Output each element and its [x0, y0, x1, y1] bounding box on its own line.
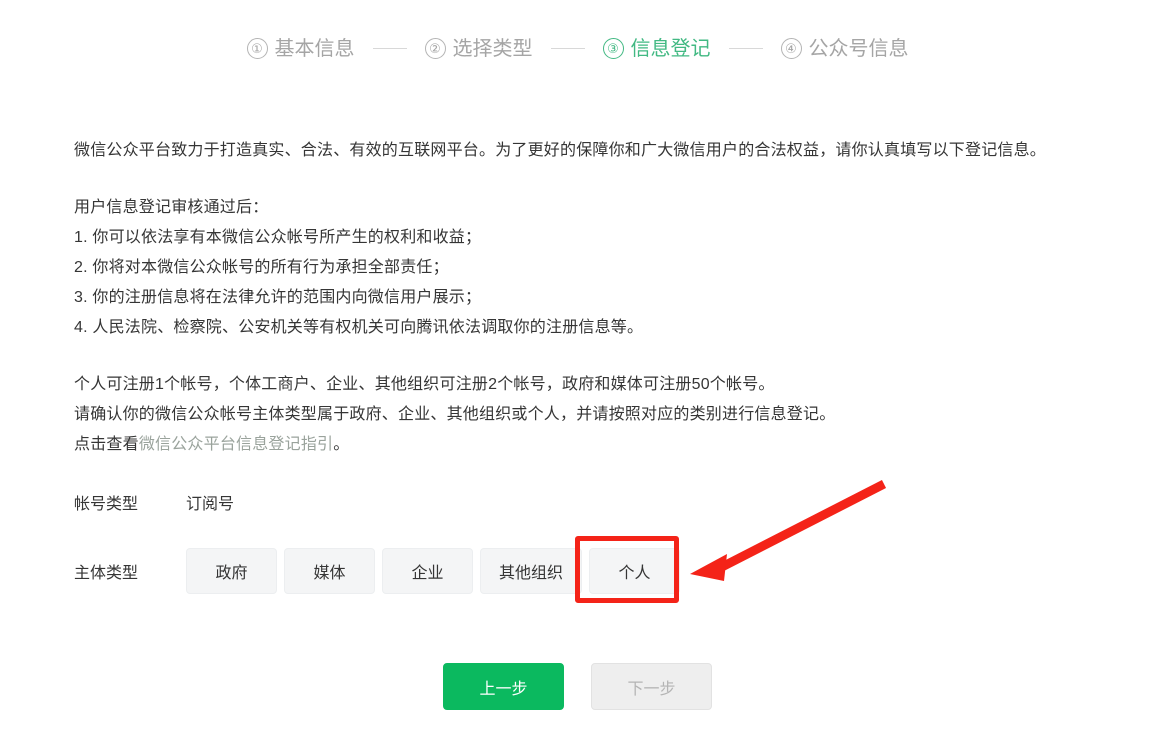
list-item: 1. 你可以依法享有本微信公众帐号所产生的权利和收益； — [74, 223, 1134, 253]
subject-type-option-other-organization[interactable]: 其他组织 — [480, 548, 582, 594]
registration-stepper: ① 基本信息 ② 选择类型 ③ 信息登记 ④ 公众号信息 — [0, 38, 1155, 59]
form-actions: 上一步 下一步 — [0, 663, 1155, 710]
step-info-registration[interactable]: ③ 信息登记 — [603, 38, 711, 59]
step-select-type[interactable]: ② 选择类型 — [425, 38, 533, 59]
subject-type-option-government[interactable]: 政府 — [186, 548, 277, 594]
subject-type-option-media[interactable]: 媒体 — [284, 548, 375, 594]
guide-line: 点击查看微信公众平台信息登记指引。 — [74, 430, 1134, 460]
step-separator-1 — [373, 48, 407, 49]
guide-suffix-text: 。 — [333, 436, 349, 453]
step-account-info[interactable]: ④ 公众号信息 — [781, 38, 909, 59]
registration-form: 帐号类型 订阅号 主体类型 政府 媒体 企业 其他组织 个人 — [74, 490, 874, 594]
subject-type-confirm-text: 请确认你的微信公众帐号主体类型属于政府、企业、其他组织或个人，并请按照对应的类别… — [74, 400, 1134, 430]
registration-guide-link[interactable]: 微信公众平台信息登记指引 — [139, 436, 333, 453]
guide-prefix-text: 点击查看 — [74, 436, 139, 453]
step-separator-2 — [551, 48, 585, 49]
step-number-3-icon: ③ — [603, 38, 624, 59]
step-label-info-registration: 信息登记 — [631, 39, 711, 59]
subject-type-row: 主体类型 政府 媒体 企业 其他组织 个人 — [74, 548, 874, 594]
step-number-1-icon: ① — [247, 38, 268, 59]
list-item: 3. 你的注册信息将在法律允许的范围内向微信用户展示； — [74, 283, 1134, 313]
step-number-2-icon: ② — [425, 38, 446, 59]
notice-lead-paragraph: 微信公众平台致力于打造真实、合法、有效的互联网平台。为了更好的保障你和广大微信用… — [74, 136, 1134, 166]
list-item: 2. 你将对本微信公众帐号的所有行为承担全部责任； — [74, 253, 1134, 283]
step-label-basic-info: 基本信息 — [275, 39, 355, 59]
account-type-value: 订阅号 — [186, 490, 234, 514]
post-approval-list-title: 用户信息登记审核通过后： — [74, 193, 1134, 223]
subject-type-options: 政府 媒体 企业 其他组织 个人 — [186, 548, 680, 594]
post-approval-list: 用户信息登记审核通过后： 1. 你可以依法享有本微信公众帐号所产生的权利和收益；… — [74, 193, 1134, 343]
account-type-label: 帐号类型 — [74, 490, 186, 514]
list-item: 4. 人民法院、检察院、公安机关等有权机关可向腾讯依法调取你的注册信息等。 — [74, 313, 1134, 343]
step-number-4-icon: ④ — [781, 38, 802, 59]
step-label-select-type: 选择类型 — [453, 39, 533, 59]
step-separator-3 — [729, 48, 763, 49]
notice-content: 微信公众平台致力于打造真实、合法、有效的互联网平台。为了更好的保障你和广大微信用… — [74, 136, 1134, 460]
next-step-button: 下一步 — [591, 663, 712, 710]
step-label-account-info: 公众号信息 — [809, 39, 909, 59]
registration-page: ① 基本信息 ② 选择类型 ③ 信息登记 ④ 公众号信息 微信公众平台致力于打造… — [0, 0, 1155, 738]
account-quota-text: 个人可注册1个帐号，个体工商户、企业、其他组织可注册2个帐号，政府和媒体可注册5… — [74, 370, 1134, 400]
account-type-row: 帐号类型 订阅号 — [74, 490, 874, 514]
step-basic-info[interactable]: ① 基本信息 — [247, 38, 355, 59]
subject-type-option-enterprise[interactable]: 企业 — [382, 548, 473, 594]
previous-step-button[interactable]: 上一步 — [443, 663, 564, 710]
subject-type-label: 主体类型 — [74, 559, 186, 583]
subject-type-option-individual[interactable]: 个人 — [589, 548, 680, 594]
registration-limits-block: 个人可注册1个帐号，个体工商户、企业、其他组织可注册2个帐号，政府和媒体可注册5… — [74, 370, 1134, 460]
